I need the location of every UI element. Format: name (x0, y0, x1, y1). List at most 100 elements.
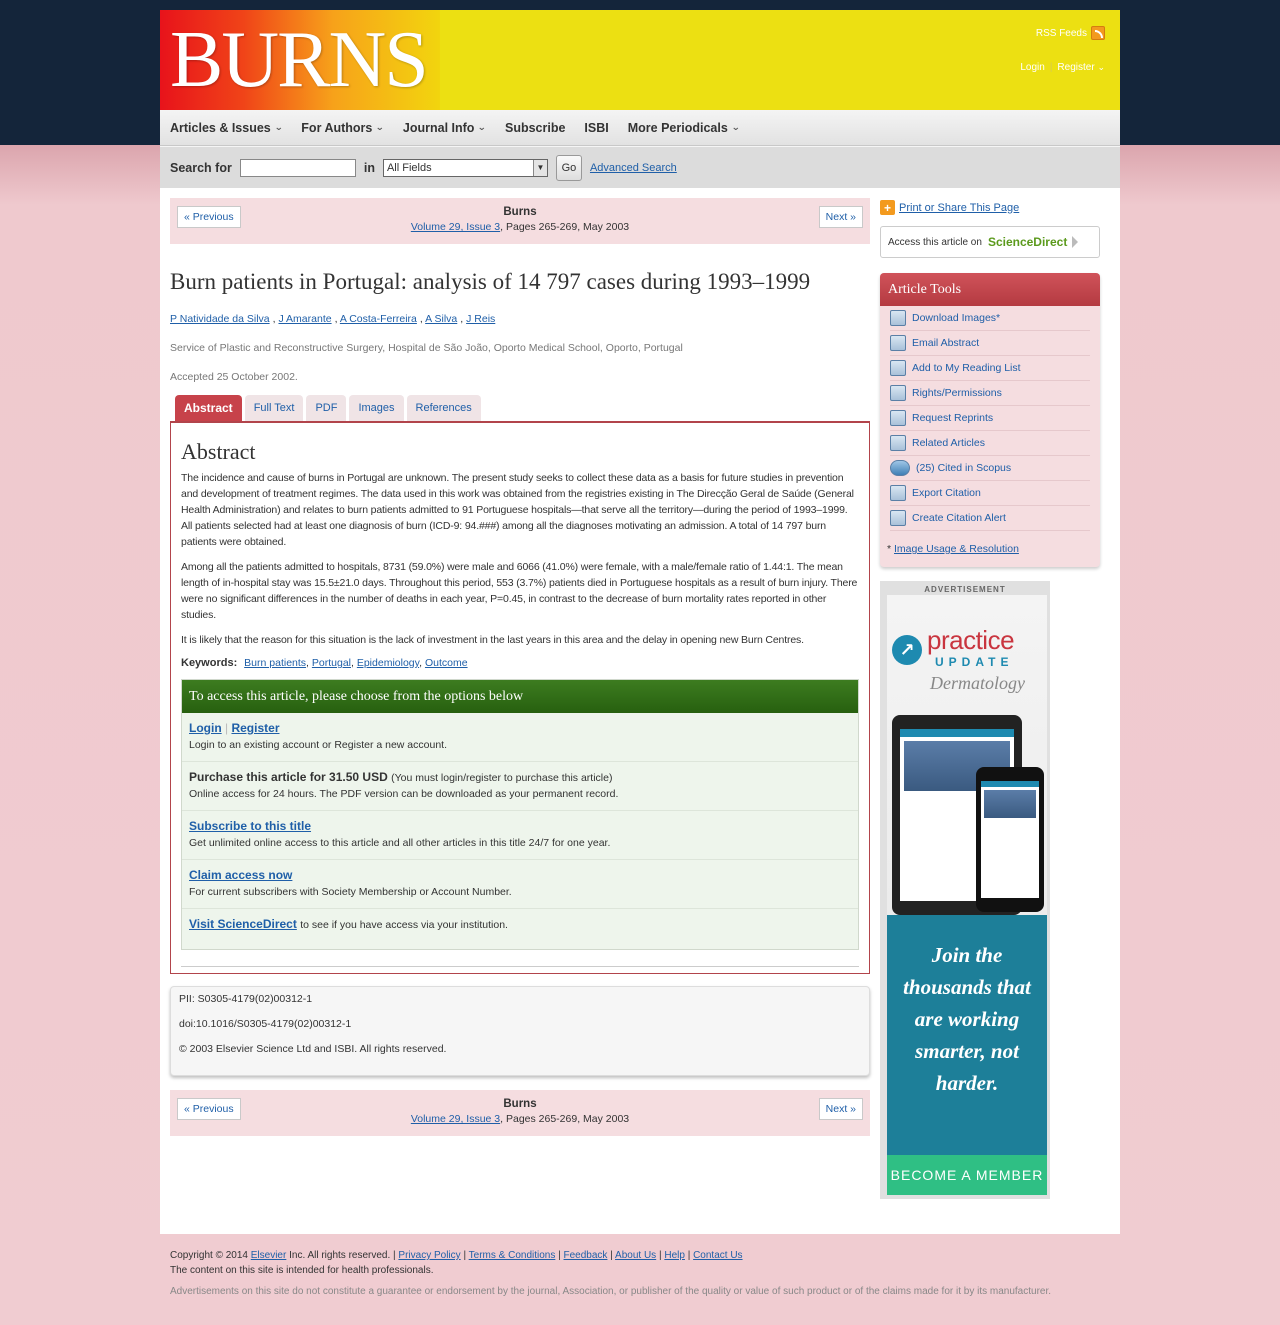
chevron-down-icon: ⌄ (731, 122, 741, 132)
footer-links: Copyright © 2014 Elsevier Inc. All right… (170, 1250, 743, 1261)
register-link[interactable]: Register (1057, 62, 1094, 73)
image-download-icon (890, 310, 906, 326)
search-label: Search for (170, 160, 232, 175)
visit-sciencedirect-link[interactable]: Visit ScienceDirect (189, 917, 297, 931)
keywords: Keywords: Burn patients, Portugal, Epide… (181, 657, 468, 669)
keyword-link[interactable]: Outcome (425, 657, 468, 669)
tool-reading-list[interactable]: Add to My Reading List (890, 356, 1090, 381)
purchase-label: Purchase this article for 31.50 USD (189, 770, 388, 784)
nav-articles-issues[interactable]: Articles & Issues ⌄ (170, 121, 283, 135)
access-option-subscribe: Subscribe to this title Get unlimited on… (182, 811, 858, 860)
author-link[interactable]: A Silva (425, 313, 457, 325)
tool-request-reprints[interactable]: Request Reprints (890, 406, 1090, 431)
terms-link[interactable]: Terms & Conditions (469, 1250, 556, 1261)
keyword-link[interactable]: Portugal (312, 657, 351, 669)
nav-isbi[interactable]: ISBI (584, 121, 608, 135)
tool-export-citation[interactable]: Export Citation (890, 481, 1090, 506)
tool-related-articles[interactable]: Related Articles (890, 431, 1090, 456)
article-tools-panel: Article Tools Download Images* Email Abs… (880, 273, 1100, 567)
footer: Copyright © 2014 Elsevier Inc. All right… (170, 1248, 1170, 1299)
help-link[interactable]: Help (664, 1250, 685, 1261)
footer-disclaimer: The content on this site is intended for… (170, 1265, 434, 1276)
tool-download-images[interactable]: Download Images* (890, 306, 1090, 331)
next-button[interactable]: Next » (818, 1098, 863, 1120)
advertisement[interactable]: ADVERTISEMENT ↗ practice UPDATE Dermatol… (880, 581, 1050, 1199)
register-link[interactable]: Register (231, 721, 279, 735)
copyright: © 2003 Elsevier Science Ltd and ISBI. Al… (179, 1043, 447, 1055)
access-heading: To access this article, please choose fr… (182, 680, 858, 713)
nav-more-periodicals[interactable]: More Periodicals ⌄ (628, 121, 740, 135)
abstract-paragraph: The incidence and cause of burns in Port… (181, 472, 854, 548)
login-link[interactable]: Login (1020, 62, 1044, 73)
issue-info: Burns Volume 29, Issue 3, Pages 265-269,… (170, 206, 870, 233)
volume-link[interactable]: Volume 29, Issue 3 (411, 1113, 500, 1125)
nav-for-authors[interactable]: For Authors ⌄ (301, 121, 384, 135)
claim-access-link[interactable]: Claim access now (189, 868, 292, 882)
accepted-date: Accepted 25 October 2002. (170, 371, 298, 383)
tab-abstract[interactable]: Abstract (175, 395, 242, 421)
sciencedirect-access-box[interactable]: Access this article on ScienceDirect (880, 226, 1100, 258)
site-header: BURNS RSS Feeds Login | Register ⌄ (160, 10, 1120, 110)
image-usage-link[interactable]: Image Usage & Resolution (894, 543, 1019, 555)
tool-cited-in-scopus[interactable]: (25) Cited in Scopus (890, 456, 1090, 481)
ad-specialty: Dermatology (930, 673, 1025, 693)
keyword-link[interactable]: Burn patients (244, 657, 306, 669)
sciencedirect-logo: ScienceDirect (987, 235, 1068, 249)
author-link[interactable]: J Reis (466, 313, 495, 325)
abstract-heading: Abstract (181, 439, 256, 464)
tool-email-abstract[interactable]: Email Abstract (890, 331, 1090, 356)
scopus-icon (890, 460, 910, 476)
abstract-paragraph: It is likely that the reason for this si… (181, 634, 804, 646)
keywords-label: Keywords: (181, 657, 238, 669)
become-member-button[interactable]: BECOME A MEMBER (887, 1155, 1047, 1195)
tab-images[interactable]: Images (349, 395, 404, 421)
chevron-down-icon: ⌄ (375, 122, 385, 132)
divider (181, 966, 859, 967)
nav-journal-info[interactable]: Journal Info ⌄ (403, 121, 487, 135)
tab-pdf[interactable]: PDF (306, 395, 347, 421)
tab-full-text[interactable]: Full Text (244, 395, 304, 421)
advanced-search-link[interactable]: Advanced Search (590, 162, 677, 174)
elsevier-link[interactable]: Elsevier (251, 1250, 287, 1261)
contact-us-link[interactable]: Contact Us (693, 1250, 742, 1261)
about-us-link[interactable]: About Us (615, 1250, 656, 1261)
previous-button[interactable]: « Previous (177, 1098, 241, 1120)
author-link[interactable]: J Amarante (278, 313, 331, 325)
search-input[interactable] (239, 158, 356, 177)
citation-alert-icon (890, 510, 906, 526)
author-link[interactable]: A Costa-Ferreira (340, 313, 417, 325)
privacy-policy-link[interactable]: Privacy Policy (398, 1250, 460, 1261)
feedback-link[interactable]: Feedback (564, 1250, 608, 1261)
related-articles-icon (890, 435, 906, 451)
rss-label: RSS Feeds (1035, 27, 1087, 39)
go-button[interactable]: Go (555, 154, 582, 181)
arrow-right-icon (1072, 236, 1079, 248)
tool-citation-alert[interactable]: Create Citation Alert (890, 506, 1090, 531)
volume-link[interactable]: Volume 29, Issue 3 (411, 221, 500, 233)
access-options: To access this article, please choose fr… (181, 679, 859, 950)
previous-button[interactable]: « Previous (177, 206, 241, 228)
author-link[interactable]: P Natividade da Silva (170, 313, 270, 325)
nav-subscribe[interactable]: Subscribe (505, 121, 565, 135)
rss-feeds-link[interactable]: RSS Feeds (1020, 26, 1105, 40)
subscribe-link[interactable]: Subscribe to this title (189, 819, 311, 833)
abstract-paragraph: Among all the patients admitted to hospi… (181, 561, 858, 621)
plus-icon: + (880, 200, 895, 215)
access-option-sciencedirect: Visit ScienceDirect to see if you have a… (189, 917, 508, 931)
tab-references[interactable]: References (406, 395, 481, 421)
keyword-link[interactable]: Epidemiology (357, 657, 419, 669)
burns-logo[interactable]: BURNS (160, 10, 440, 110)
page-wrapper: BURNS RSS Feeds Login | Register ⌄ Article… (160, 10, 1120, 1234)
article-title: Burn patients in Portugal: analysis of 1… (170, 269, 811, 294)
tool-rights-permissions[interactable]: Rights/Permissions (890, 381, 1090, 406)
next-button[interactable]: Next » (818, 206, 863, 228)
print-share-link[interactable]: + Print or Share This Page (880, 200, 1100, 215)
ad-brand: practice (927, 625, 1015, 655)
login-link[interactable]: Login (189, 721, 222, 735)
journal-name: Burns (503, 206, 537, 218)
image-usage-note: * Image Usage & Resolution (887, 543, 1019, 555)
search-field-select[interactable]: All Fields ▼ (382, 158, 548, 177)
reprint-icon (890, 410, 906, 426)
logo-text: BURNS (170, 16, 429, 104)
article-identifiers: PII: S0305-4179(02)00312-1 doi:10.1016/S… (170, 986, 870, 1076)
